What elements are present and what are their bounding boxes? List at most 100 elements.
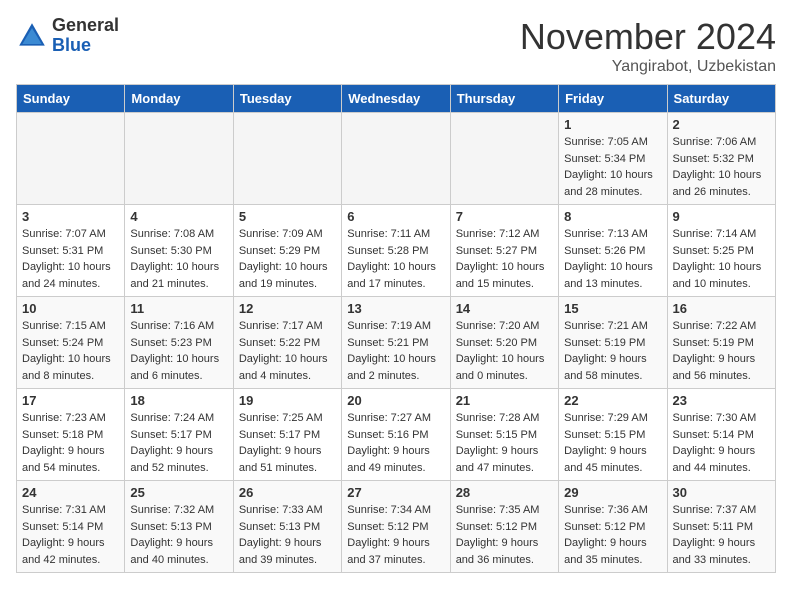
day-number: 26 — [239, 485, 336, 500]
weekday-header-row: SundayMondayTuesdayWednesdayThursdayFrid… — [17, 85, 776, 113]
calendar-cell: 16 Sunrise: 7:22 AMSunset: 5:19 PMDayligh… — [667, 297, 775, 389]
calendar-week-row: 3Sunrise: 7:07 AMSunset: 5:31 PMDaylight… — [17, 205, 776, 297]
day-info: Sunrise: 7:21 AMSunset: 5:19 PMDaylight:… — [564, 318, 661, 384]
calendar-cell: 6Sunrise: 7:11 AMSunset: 5:28 PMDaylight… — [342, 205, 450, 297]
day-info: Sunrise: 7:25 AMSunset: 5:17 PMDaylight:… — [239, 410, 336, 476]
calendar-cell: 2 Sunrise: 7:06 AMSunset: 5:32 PMDaylight… — [667, 113, 775, 205]
calendar-cell: 13 Sunrise: 7:19 AMSunset: 5:21 PMDayligh… — [342, 297, 450, 389]
day-number: 17 — [22, 393, 119, 408]
calendar-cell: 29 Sunrise: 7:36 AMSunset: 5:12 PMDayligh… — [559, 481, 667, 573]
day-number: 16 — [673, 301, 770, 316]
day-number: 11 — [130, 301, 227, 316]
day-number: 13 — [347, 301, 444, 316]
day-number: 24 — [22, 485, 119, 500]
day-info: Sunrise: 7:35 AMSunset: 5:12 PMDaylight:… — [456, 502, 553, 568]
day-info: Sunrise: 7:05 AMSunset: 5:34 PMDaylight:… — [564, 134, 661, 200]
day-info: Sunrise: 7:32 AMSunset: 5:13 PMDaylight:… — [130, 502, 227, 568]
calendar-week-row: 17 Sunrise: 7:23 AMSunset: 5:18 PMDayligh… — [17, 389, 776, 481]
day-number: 6 — [347, 209, 444, 224]
calendar-cell: 27Sunrise: 7:34 AMSunset: 5:12 PMDayligh… — [342, 481, 450, 573]
day-number: 9 — [673, 209, 770, 224]
day-info: Sunrise: 7:08 AMSunset: 5:30 PMDaylight:… — [130, 226, 227, 292]
calendar-cell: 18 Sunrise: 7:24 AMSunset: 5:17 PMDayligh… — [125, 389, 233, 481]
calendar-cell: 12 Sunrise: 7:17 AMSunset: 5:22 PMDayligh… — [233, 297, 341, 389]
calendar-cell: 24 Sunrise: 7:31 AMSunset: 5:14 PMDayligh… — [17, 481, 125, 573]
weekday-header: Thursday — [450, 85, 558, 113]
calendar-cell: 22 Sunrise: 7:29 AMSunset: 5:15 PMDayligh… — [559, 389, 667, 481]
day-info: Sunrise: 7:12 AMSunset: 5:27 PMDaylight:… — [456, 226, 553, 292]
day-info: Sunrise: 7:30 AMSunset: 5:14 PMDaylight:… — [673, 410, 770, 476]
day-number: 15 — [564, 301, 661, 316]
day-info: Sunrise: 7:36 AMSunset: 5:12 PMDaylight:… — [564, 502, 661, 568]
logo-icon — [16, 20, 48, 52]
calendar-week-row: 10 Sunrise: 7:15 AMSunset: 5:24 PMDayligh… — [17, 297, 776, 389]
weekday-header: Sunday — [17, 85, 125, 113]
day-info: Sunrise: 7:31 AMSunset: 5:14 PMDaylight:… — [22, 502, 119, 568]
weekday-header: Tuesday — [233, 85, 341, 113]
calendar-cell: 7 Sunrise: 7:12 AMSunset: 5:27 PMDaylight… — [450, 205, 558, 297]
calendar-cell: 17 Sunrise: 7:23 AMSunset: 5:18 PMDayligh… — [17, 389, 125, 481]
day-number: 14 — [456, 301, 553, 316]
calendar-cell: 26 Sunrise: 7:33 AMSunset: 5:13 PMDayligh… — [233, 481, 341, 573]
day-number: 25 — [130, 485, 227, 500]
calendar-cell — [342, 113, 450, 205]
calendar-cell: 20Sunrise: 7:27 AMSunset: 5:16 PMDayligh… — [342, 389, 450, 481]
day-info: Sunrise: 7:16 AMSunset: 5:23 PMDaylight:… — [130, 318, 227, 384]
day-info: Sunrise: 7:15 AMSunset: 5:24 PMDaylight:… — [22, 318, 119, 384]
day-number: 18 — [130, 393, 227, 408]
day-info: Sunrise: 7:22 AMSunset: 5:19 PMDaylight:… — [673, 318, 770, 384]
day-number: 2 — [673, 117, 770, 132]
calendar-cell: 28 Sunrise: 7:35 AMSunset: 5:12 PMDayligh… — [450, 481, 558, 573]
day-info: Sunrise: 7:09 AMSunset: 5:29 PMDaylight:… — [239, 226, 336, 292]
title-block: November 2024 Yangirabot, Uzbekistan — [520, 16, 776, 76]
weekday-header: Monday — [125, 85, 233, 113]
day-number: 1 — [564, 117, 661, 132]
day-info: Sunrise: 7:06 AMSunset: 5:32 PMDaylight:… — [673, 134, 770, 200]
calendar-cell: 8 Sunrise: 7:13 AMSunset: 5:26 PMDaylight… — [559, 205, 667, 297]
day-number: 20 — [347, 393, 444, 408]
day-info: Sunrise: 7:33 AMSunset: 5:13 PMDaylight:… — [239, 502, 336, 568]
calendar-cell — [233, 113, 341, 205]
weekday-header: Wednesday — [342, 85, 450, 113]
day-info: Sunrise: 7:37 AMSunset: 5:11 PMDaylight:… — [673, 502, 770, 568]
calendar-cell: 30 Sunrise: 7:37 AMSunset: 5:11 PMDayligh… — [667, 481, 775, 573]
day-info: Sunrise: 7:13 AMSunset: 5:26 PMDaylight:… — [564, 226, 661, 292]
day-number: 19 — [239, 393, 336, 408]
calendar-cell: 21Sunrise: 7:28 AMSunset: 5:15 PMDayligh… — [450, 389, 558, 481]
calendar-cell — [450, 113, 558, 205]
day-number: 4 — [130, 209, 227, 224]
day-number: 12 — [239, 301, 336, 316]
day-info: Sunrise: 7:29 AMSunset: 5:15 PMDaylight:… — [564, 410, 661, 476]
day-number: 30 — [673, 485, 770, 500]
day-number: 22 — [564, 393, 661, 408]
calendar-cell: 19 Sunrise: 7:25 AMSunset: 5:17 PMDayligh… — [233, 389, 341, 481]
day-info: Sunrise: 7:24 AMSunset: 5:17 PMDaylight:… — [130, 410, 227, 476]
calendar-cell — [17, 113, 125, 205]
day-info: Sunrise: 7:23 AMSunset: 5:18 PMDaylight:… — [22, 410, 119, 476]
day-number: 23 — [673, 393, 770, 408]
location: Yangirabot, Uzbekistan — [520, 58, 776, 76]
logo: General Blue — [16, 16, 119, 56]
day-number: 10 — [22, 301, 119, 316]
day-info: Sunrise: 7:17 AMSunset: 5:22 PMDaylight:… — [239, 318, 336, 384]
logo-text: General Blue — [52, 16, 119, 56]
calendar-cell: 3Sunrise: 7:07 AMSunset: 5:31 PMDaylight… — [17, 205, 125, 297]
calendar-cell: 5 Sunrise: 7:09 AMSunset: 5:29 PMDaylight… — [233, 205, 341, 297]
logo-general: General — [52, 16, 119, 36]
day-number: 7 — [456, 209, 553, 224]
page-header: General Blue November 2024 Yangirabot, U… — [16, 16, 776, 76]
calendar-cell: 14Sunrise: 7:20 AMSunset: 5:20 PMDayligh… — [450, 297, 558, 389]
calendar-cell: 9 Sunrise: 7:14 AMSunset: 5:25 PMDaylight… — [667, 205, 775, 297]
day-info: Sunrise: 7:14 AMSunset: 5:25 PMDaylight:… — [673, 226, 770, 292]
day-number: 29 — [564, 485, 661, 500]
day-number: 8 — [564, 209, 661, 224]
logo-blue: Blue — [52, 36, 119, 56]
calendar-cell: 25 Sunrise: 7:32 AMSunset: 5:13 PMDayligh… — [125, 481, 233, 573]
day-number: 27 — [347, 485, 444, 500]
day-number: 28 — [456, 485, 553, 500]
day-number: 5 — [239, 209, 336, 224]
calendar-cell — [125, 113, 233, 205]
weekday-header: Saturday — [667, 85, 775, 113]
day-info: Sunrise: 7:19 AMSunset: 5:21 PMDaylight:… — [347, 318, 444, 384]
calendar-table: SundayMondayTuesdayWednesdayThursdayFrid… — [16, 84, 776, 573]
